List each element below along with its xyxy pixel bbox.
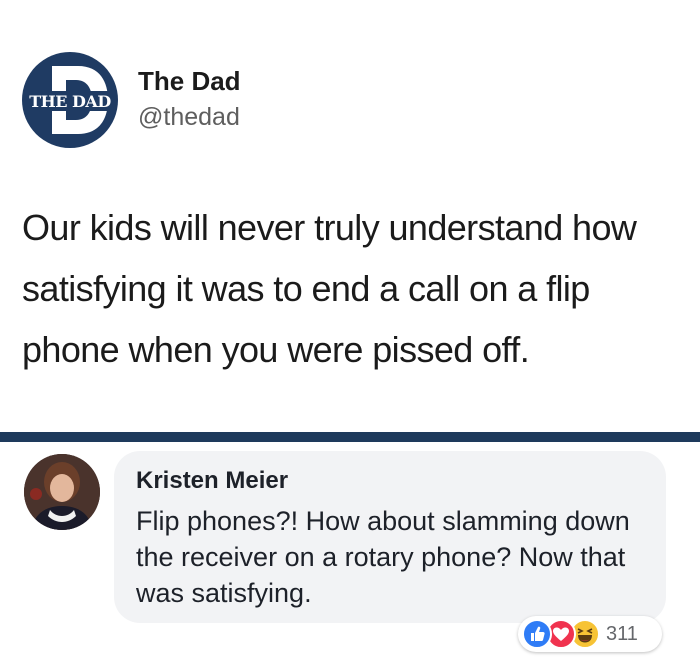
like-icon <box>522 619 552 649</box>
comment-section: Kristen Meier Flip phones?! How about sl… <box>0 442 700 658</box>
tweet-text: Our kids will never truly understand how… <box>22 207 637 370</box>
the-dad-logo[interactable]: THE DAD <box>22 52 118 148</box>
commenter-name[interactable]: Kristen Meier <box>136 467 288 495</box>
logo-text: THE DAD <box>29 92 111 111</box>
comment-bubble[interactable]: Kristen Meier Flip phones?! How about sl… <box>114 451 666 623</box>
divider <box>0 432 700 442</box>
avatar[interactable] <box>24 454 100 530</box>
author-name[interactable]: The Dad <box>138 66 241 97</box>
avatar-photo <box>24 454 100 530</box>
author-handle[interactable]: @thedad <box>138 103 240 132</box>
comment-text: Flip phones?! How about slamming down th… <box>136 506 630 608</box>
reaction-count: 311 <box>606 623 638 645</box>
reactions-summary[interactable]: 311 <box>518 616 662 652</box>
tweet-card: THE DAD The Dad @thedad Our kids will ne… <box>0 0 700 432</box>
logo-graphic: THE DAD <box>26 66 114 134</box>
